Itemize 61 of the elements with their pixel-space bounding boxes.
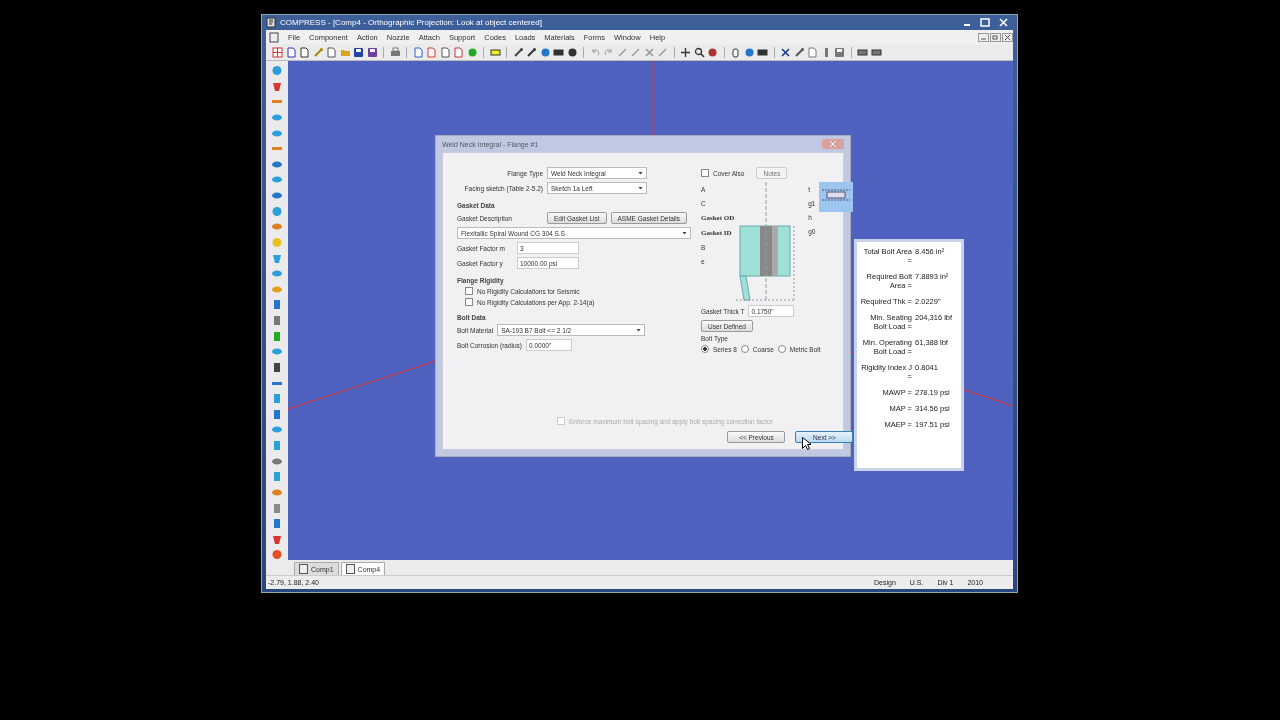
restore-icon[interactable] — [990, 32, 1001, 42]
block-icon[interactable] — [271, 361, 283, 373]
cone-icon[interactable] — [271, 80, 283, 92]
printer-icon[interactable] — [389, 46, 401, 58]
checkbox[interactable] — [701, 169, 709, 177]
document-icon[interactable] — [326, 46, 337, 58]
line-icon[interactable] — [616, 46, 628, 58]
caret-icon — [638, 186, 643, 190]
rectangle-icon[interactable] — [857, 46, 868, 58]
block-icon[interactable] — [271, 518, 283, 529]
caret-icon — [636, 328, 642, 332]
document-icon[interactable] — [453, 46, 464, 58]
app-icon — [266, 17, 276, 28]
cylinder-icon[interactable] — [271, 268, 283, 279]
checkbox[interactable] — [465, 287, 473, 295]
line-icon[interactable] — [657, 46, 668, 58]
wrench-icon[interactable] — [793, 46, 805, 58]
document-icon[interactable] — [285, 46, 297, 58]
grid-icon[interactable] — [272, 46, 283, 58]
document-icon[interactable] — [299, 46, 310, 58]
search-icon[interactable] — [693, 46, 705, 58]
radio-button[interactable] — [777, 345, 786, 353]
cone-icon[interactable] — [271, 252, 283, 264]
document-icon[interactable] — [439, 46, 451, 58]
cross-icon[interactable] — [780, 46, 791, 58]
cylinder-icon[interactable] — [271, 424, 283, 435]
cylinder-icon[interactable] — [271, 221, 283, 232]
cone-icon[interactable] — [271, 533, 283, 545]
rectangle-icon[interactable] — [757, 46, 768, 58]
mouse-cursor-icon — [802, 437, 811, 450]
circle-icon[interactable] — [566, 46, 578, 58]
gasket-sketch-icon — [819, 182, 854, 212]
radio-button[interactable] — [740, 345, 749, 353]
move-icon[interactable] — [680, 46, 691, 58]
circle-icon[interactable] — [707, 46, 718, 58]
cylinder-icon[interactable] — [271, 190, 283, 201]
caret-icon — [682, 231, 687, 235]
block-icon[interactable] — [271, 408, 283, 420]
disc-icon[interactable] — [271, 205, 283, 217]
rectangle-icon[interactable] — [489, 46, 501, 58]
wrench-icon[interactable] — [512, 46, 524, 58]
radio-button[interactable] — [701, 345, 709, 353]
maximize-icon[interactable] — [977, 17, 993, 28]
cylinder-icon[interactable] — [271, 174, 283, 185]
caret-icon — [638, 171, 643, 175]
close-icon[interactable] — [1002, 32, 1013, 42]
document-icon[interactable] — [426, 46, 437, 58]
line-icon[interactable] — [630, 46, 641, 58]
disc-icon[interactable] — [271, 549, 283, 560]
cylinder-icon[interactable] — [271, 346, 283, 357]
window-title: COMPRESS - [Comp4 - Orthographic Projection: Look at object centered] — [280, 18, 543, 27]
document-icon[interactable] — [412, 46, 424, 58]
checkbox[interactable] — [465, 298, 473, 306]
wrench-icon[interactable] — [526, 46, 537, 58]
block-icon[interactable] — [271, 299, 283, 310]
block-icon[interactable] — [271, 315, 283, 326]
document-icon[interactable] — [269, 31, 279, 43]
rectangle-icon[interactable] — [553, 46, 564, 58]
document-icon[interactable] — [807, 46, 818, 58]
rectangle-icon[interactable] — [870, 46, 882, 58]
disc-icon[interactable] — [271, 65, 283, 76]
